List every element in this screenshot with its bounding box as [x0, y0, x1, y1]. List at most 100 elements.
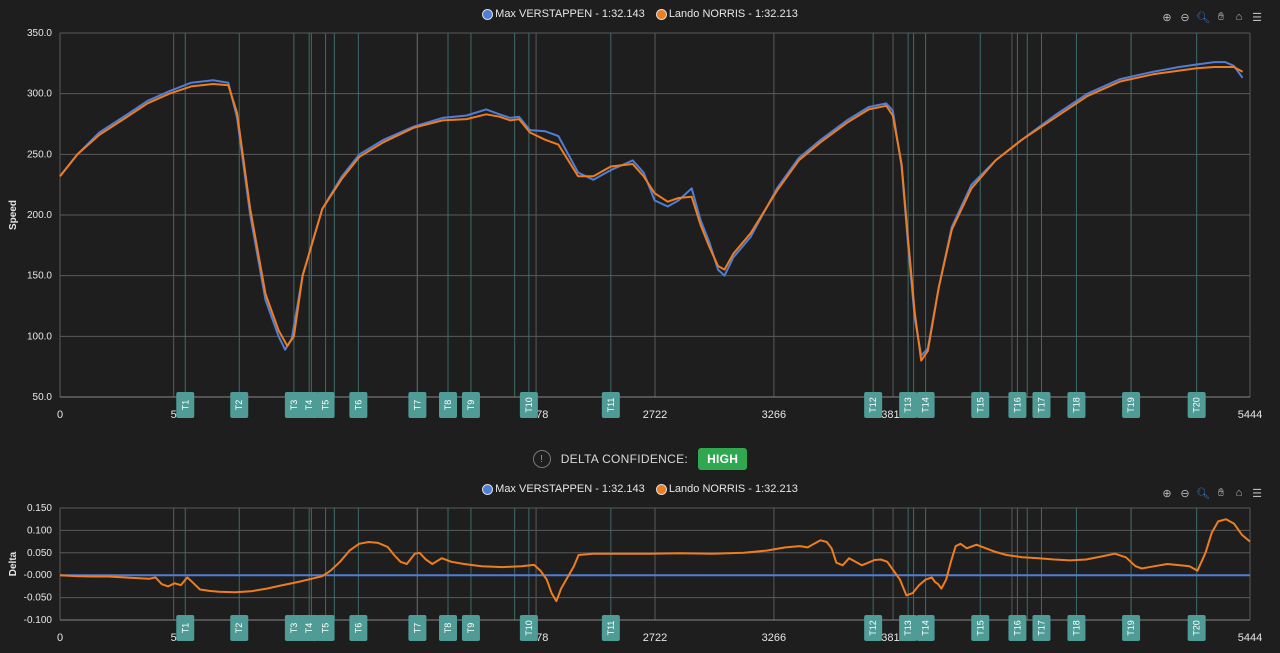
turn-badge[interactable]: T9	[461, 615, 480, 641]
turn-label-t19: T19	[1126, 397, 1136, 413]
turn-badge[interactable]: T15	[971, 392, 990, 418]
info-icon[interactable]: !	[532, 450, 551, 468]
turn-label-t9: T9	[466, 623, 476, 634]
turn-badge[interactable]: T9	[461, 392, 480, 418]
delta-confidence-bar: ! DELTA CONFIDENCE: HIGH	[0, 448, 1280, 470]
y-tick-label: -0.000	[24, 570, 53, 581]
x-tick-label: 5	[171, 632, 177, 644]
y-tick-label: 250.0	[27, 149, 52, 160]
y-tick-label: 350.0	[27, 28, 52, 39]
turn-label-t11: T11	[606, 621, 616, 636]
turn-badge[interactable]: T2	[230, 615, 249, 641]
turn-badge[interactable]: T4	[300, 392, 319, 418]
turn-label-t17: T17	[1036, 397, 1046, 413]
y-tick-label: -0.050	[24, 593, 53, 604]
turn-label-t20: T20	[1192, 620, 1202, 636]
turn-label-t5: T5	[321, 623, 331, 634]
turn-label-t8: T8	[443, 623, 453, 634]
turn-label-t4: T4	[304, 623, 314, 634]
turn-badge[interactable]: T19	[1122, 392, 1141, 418]
turn-badge[interactable]: T14	[916, 392, 935, 418]
y-tick-label: 50.0	[33, 392, 53, 403]
turn-badge[interactable]: T13	[899, 615, 918, 641]
turn-label-t15: T15	[975, 397, 985, 413]
turn-label-t7: T7	[412, 623, 422, 634]
turn-badge[interactable]: T10	[519, 615, 538, 641]
delta-confidence-label: DELTA CONFIDENCE:	[560, 452, 689, 466]
turn-label-t2: T2	[234, 400, 244, 411]
turn-badge[interactable]: T16	[1008, 615, 1027, 641]
x-tick-label: 0	[57, 409, 63, 421]
x-tick-label: 5444	[1238, 409, 1262, 421]
turn-label-t4: T4	[304, 400, 314, 411]
turn-badge[interactable]: T12	[864, 615, 883, 641]
y-tick-label: 0.150	[27, 503, 52, 514]
turn-label-t18: T18	[1071, 620, 1081, 636]
turn-label-t17: T17	[1036, 620, 1046, 636]
turn-label-t12: T12	[868, 620, 878, 636]
series-line-norris	[59, 66, 1244, 362]
turn-badge[interactable]: T1	[176, 392, 195, 418]
y-tick-label: 300.0	[27, 89, 52, 100]
turn-label-t20: T20	[1192, 397, 1202, 413]
turn-label-t11: T11	[606, 398, 616, 413]
turn-badge[interactable]: T17	[1032, 615, 1051, 641]
turn-badge[interactable]: T8	[438, 615, 457, 641]
turn-badge[interactable]: T3	[284, 615, 303, 641]
turn-badge[interactable]: T6	[349, 615, 368, 641]
turn-badge[interactable]: T18	[1067, 392, 1086, 418]
turn-badge[interactable]: T5	[316, 615, 335, 641]
turn-badge[interactable]: T5	[316, 392, 335, 418]
turn-label-t7: T7	[412, 400, 422, 411]
x-tick-label: 5444	[1238, 632, 1262, 644]
turn-badge[interactable]: T12	[864, 392, 883, 418]
turn-badge[interactable]: T16	[1008, 392, 1027, 418]
x-tick-label: 3266	[762, 409, 786, 421]
turn-label-t8: T8	[443, 400, 453, 411]
y-tick-label: 100.0	[27, 331, 52, 342]
speed-chart-panel: Max VERSTAPPEN - 1:32.143 Lando NORRIS -…	[0, 0, 1280, 430]
turn-label-t12: T12	[868, 397, 878, 413]
turn-badge[interactable]: T1	[176, 615, 195, 641]
x-tick-label: 2722	[643, 632, 667, 644]
turn-label-t10: T10	[524, 397, 534, 413]
turn-badge[interactable]: T20	[1187, 615, 1206, 641]
turn-label-t14: T14	[921, 620, 931, 636]
turn-badge[interactable]: T4	[300, 615, 319, 641]
turn-badge[interactable]: T7	[408, 615, 427, 641]
delta-confidence-badge: HIGH	[698, 448, 748, 470]
turn-badge[interactable]: T8	[438, 392, 457, 418]
turn-label-t2: T2	[234, 623, 244, 634]
y-tick-label: -0.100	[24, 615, 53, 626]
delta-chart-panel: Max VERSTAPPEN - 1:32.143 Lando NORRIS -…	[0, 478, 1280, 653]
y-axis-label: Delta	[8, 551, 19, 576]
turn-badge[interactable]: T15	[971, 615, 990, 641]
turn-badge[interactable]: T10	[519, 392, 538, 418]
turn-badge[interactable]: T20	[1187, 392, 1206, 418]
turn-badge[interactable]: T2	[230, 392, 249, 418]
turn-label-t5: T5	[321, 400, 331, 411]
turn-label-t3: T3	[289, 623, 299, 634]
turn-badge[interactable]: T18	[1067, 615, 1086, 641]
speed-chart-plot[interactable]: 50.0100.0150.0200.0250.0300.0350.0053217…	[0, 0, 1280, 430]
turn-label-t16: T16	[1012, 397, 1022, 413]
turn-badge[interactable]: T11	[601, 392, 620, 418]
delta-chart-plot[interactable]: -0.100-0.050-0.0000.0500.1000.1500532178…	[0, 478, 1280, 653]
x-tick-label: 5	[171, 409, 177, 421]
turn-badge[interactable]: T7	[408, 392, 427, 418]
turn-badge[interactable]: T6	[349, 392, 368, 418]
turn-badge[interactable]: T11	[601, 615, 620, 641]
y-axis-label: Speed	[8, 200, 19, 230]
turn-label-t1: T1	[180, 400, 190, 411]
turn-badge[interactable]: T17	[1032, 392, 1051, 418]
y-tick-label: 0.100	[27, 525, 52, 536]
turn-label-t16: T16	[1012, 620, 1022, 636]
turn-badge[interactable]: T13	[899, 392, 918, 418]
series-line-verstappen	[59, 61, 1244, 357]
turn-badge[interactable]: T19	[1122, 615, 1141, 641]
y-tick-label: 0.050	[27, 548, 52, 559]
turn-badge[interactable]: T3	[284, 392, 303, 418]
turn-label-t13: T13	[903, 620, 913, 636]
turn-badge[interactable]: T14	[916, 615, 935, 641]
turn-label-t1: T1	[180, 623, 190, 634]
